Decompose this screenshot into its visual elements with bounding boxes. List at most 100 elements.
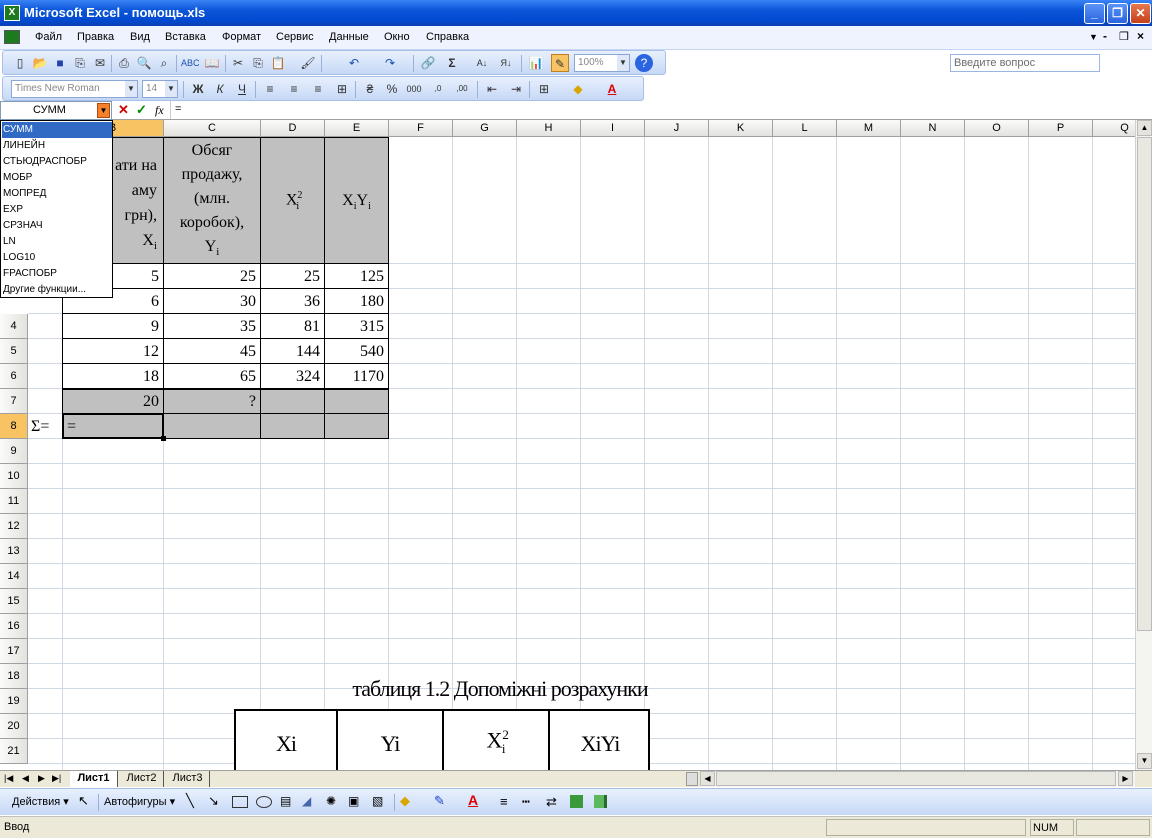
column-header-g[interactable]: G: [453, 120, 517, 137]
close-button[interactable]: ✕: [1130, 3, 1151, 24]
email-icon[interactable]: ✉: [91, 54, 109, 72]
row-header-16[interactable]: 16: [0, 614, 28, 639]
print-icon[interactable]: ⎙: [115, 54, 133, 72]
cell-e4[interactable]: 180: [325, 289, 388, 314]
decrease-indent-icon[interactable]: ⇤: [483, 80, 501, 98]
function-option[interactable]: EXP: [2, 202, 112, 218]
row-header-19[interactable]: 19: [0, 689, 28, 714]
scroll-down-icon[interactable]: ▼: [1137, 753, 1152, 769]
picture-icon[interactable]: ▧: [372, 794, 383, 808]
row-header-5[interactable]: 5: [0, 339, 28, 364]
cell-e3[interactable]: 125: [325, 264, 388, 289]
rectangle-icon[interactable]: [232, 796, 248, 808]
cell-d5[interactable]: 81: [261, 314, 324, 339]
menu-tools[interactable]: Сервис: [276, 31, 314, 43]
fill-color-icon[interactable]: ◆: [569, 80, 587, 98]
select-objects-icon[interactable]: ↖: [78, 793, 89, 809]
row-header-9[interactable]: 9: [0, 439, 28, 464]
cell-a-sum-label[interactable]: Σ=: [29, 414, 62, 439]
function-option[interactable]: FРАСПОБР: [2, 266, 112, 282]
more-functions-option[interactable]: Другие функции...: [2, 282, 112, 298]
horizontal-scroll-thumb[interactable]: [716, 771, 1116, 786]
cell-d7[interactable]: 324: [261, 364, 324, 389]
sort-descending-icon[interactable]: Я↓: [497, 54, 515, 72]
scroll-up-icon[interactable]: ▲: [1137, 120, 1152, 136]
print-preview-icon[interactable]: 🔍: [135, 54, 153, 72]
row-header-17[interactable]: 17: [0, 639, 28, 664]
copy-icon[interactable]: ⎘: [249, 54, 267, 72]
cell-d6[interactable]: 144: [261, 339, 324, 364]
vertical-scrollbar[interactable]: ▲ ▼: [1135, 120, 1152, 770]
hyperlink-icon[interactable]: 🔗: [419, 54, 437, 72]
line-style-icon[interactable]: ≡: [500, 794, 508, 809]
cell-e7[interactable]: 1170: [325, 364, 388, 389]
cell-c7[interactable]: 65: [164, 364, 260, 389]
wordart-icon[interactable]: ◢: [302, 794, 311, 808]
diagram-icon[interactable]: ✺: [326, 794, 336, 808]
actions-menu[interactable]: Действия ▾: [12, 795, 69, 808]
column-header-m[interactable]: M: [837, 120, 901, 137]
format-painter-icon[interactable]: 🖌: [299, 54, 317, 72]
question-dropdown-icon[interactable]: ▼: [1089, 32, 1098, 42]
next-sheet-icon[interactable]: ▶: [38, 773, 45, 784]
name-box-dropdown-icon[interactable]: ▼: [97, 103, 110, 118]
doc-close-icon[interactable]: ×: [1137, 29, 1144, 43]
cell-c5[interactable]: 35: [164, 314, 260, 339]
decrease-decimal-icon[interactable]: ,00: [453, 80, 471, 98]
row-header-10[interactable]: 10: [0, 464, 28, 489]
cell-c3[interactable]: 25: [164, 264, 260, 289]
arrow-style-icon[interactable]: ⇄: [546, 794, 557, 810]
column-header-d[interactable]: D: [261, 120, 325, 137]
thousands-icon[interactable]: 000: [405, 80, 423, 98]
first-sheet-icon[interactable]: |◀: [4, 773, 13, 784]
sheet-tab-2[interactable]: Лист2: [120, 771, 164, 787]
cell-b5[interactable]: 9: [63, 314, 163, 339]
worksheet-grid[interactable]: B C D E F G H I J K L M N O P Q 2 3 4 5: [0, 120, 1135, 770]
line-icon[interactable]: ╲: [186, 793, 194, 809]
last-sheet-icon[interactable]: ▶|: [52, 773, 61, 784]
cell-c8[interactable]: ?: [164, 389, 260, 414]
cell-b8[interactable]: 20: [63, 389, 163, 414]
row-header-4[interactable]: 4: [0, 314, 28, 339]
horizontal-scrollbar[interactable]: ◀ ▶: [700, 771, 1135, 787]
function-option[interactable]: МОПРЕД: [2, 186, 112, 202]
scroll-left-icon[interactable]: ◀: [700, 771, 715, 786]
row-header-18[interactable]: 18: [0, 664, 28, 689]
column-header-h[interactable]: H: [517, 120, 581, 137]
fill-color-draw-icon[interactable]: ◆: [400, 793, 410, 809]
menu-insert[interactable]: Вставка: [165, 31, 206, 43]
question-input[interactable]: Введите вопрос: [950, 54, 1100, 72]
new-icon[interactable]: ▯: [11, 54, 29, 72]
cell-b9-editing[interactable]: =: [64, 414, 162, 439]
row-header-20[interactable]: 20: [0, 714, 28, 739]
bold-icon[interactable]: Ж: [189, 80, 207, 98]
menu-help[interactable]: Справка: [426, 31, 469, 43]
align-center-icon[interactable]: ≡: [285, 80, 303, 98]
function-option[interactable]: LOG10: [2, 250, 112, 266]
menu-view[interactable]: Вид: [130, 31, 150, 43]
borders-icon[interactable]: ⊞: [535, 80, 553, 98]
column-header-k[interactable]: K: [709, 120, 773, 137]
column-header-l[interactable]: L: [773, 120, 837, 137]
workbook-icon[interactable]: [4, 30, 20, 44]
increase-indent-icon[interactable]: ⇥: [507, 80, 525, 98]
autoshapes-menu[interactable]: Автофигуры ▾: [104, 795, 175, 808]
zoom-select[interactable]: 100% ▼: [574, 54, 630, 72]
fill-handle[interactable]: [161, 436, 166, 441]
formula-input[interactable]: =: [170, 101, 1152, 119]
column-header-n[interactable]: N: [901, 120, 965, 137]
doc-minimize-icon[interactable]: -: [1103, 29, 1107, 43]
function-option[interactable]: СТЬЮДРАСПОБР: [2, 154, 112, 170]
row-header-7[interactable]: 7: [0, 389, 28, 414]
cell-d3[interactable]: 25: [261, 264, 324, 289]
cancel-icon[interactable]: ✕: [118, 102, 129, 118]
cell-b7[interactable]: 18: [63, 364, 163, 389]
column-header-p[interactable]: P: [1029, 120, 1093, 137]
italic-icon[interactable]: К: [211, 80, 229, 98]
dash-style-icon[interactable]: ┅: [522, 794, 530, 810]
menu-window[interactable]: Окно: [384, 31, 410, 43]
font-color-draw-icon[interactable]: A: [468, 792, 478, 808]
open-icon[interactable]: 📂: [31, 54, 49, 72]
clipart-icon[interactable]: ▣: [348, 794, 359, 808]
row-header-14[interactable]: 14: [0, 564, 28, 589]
